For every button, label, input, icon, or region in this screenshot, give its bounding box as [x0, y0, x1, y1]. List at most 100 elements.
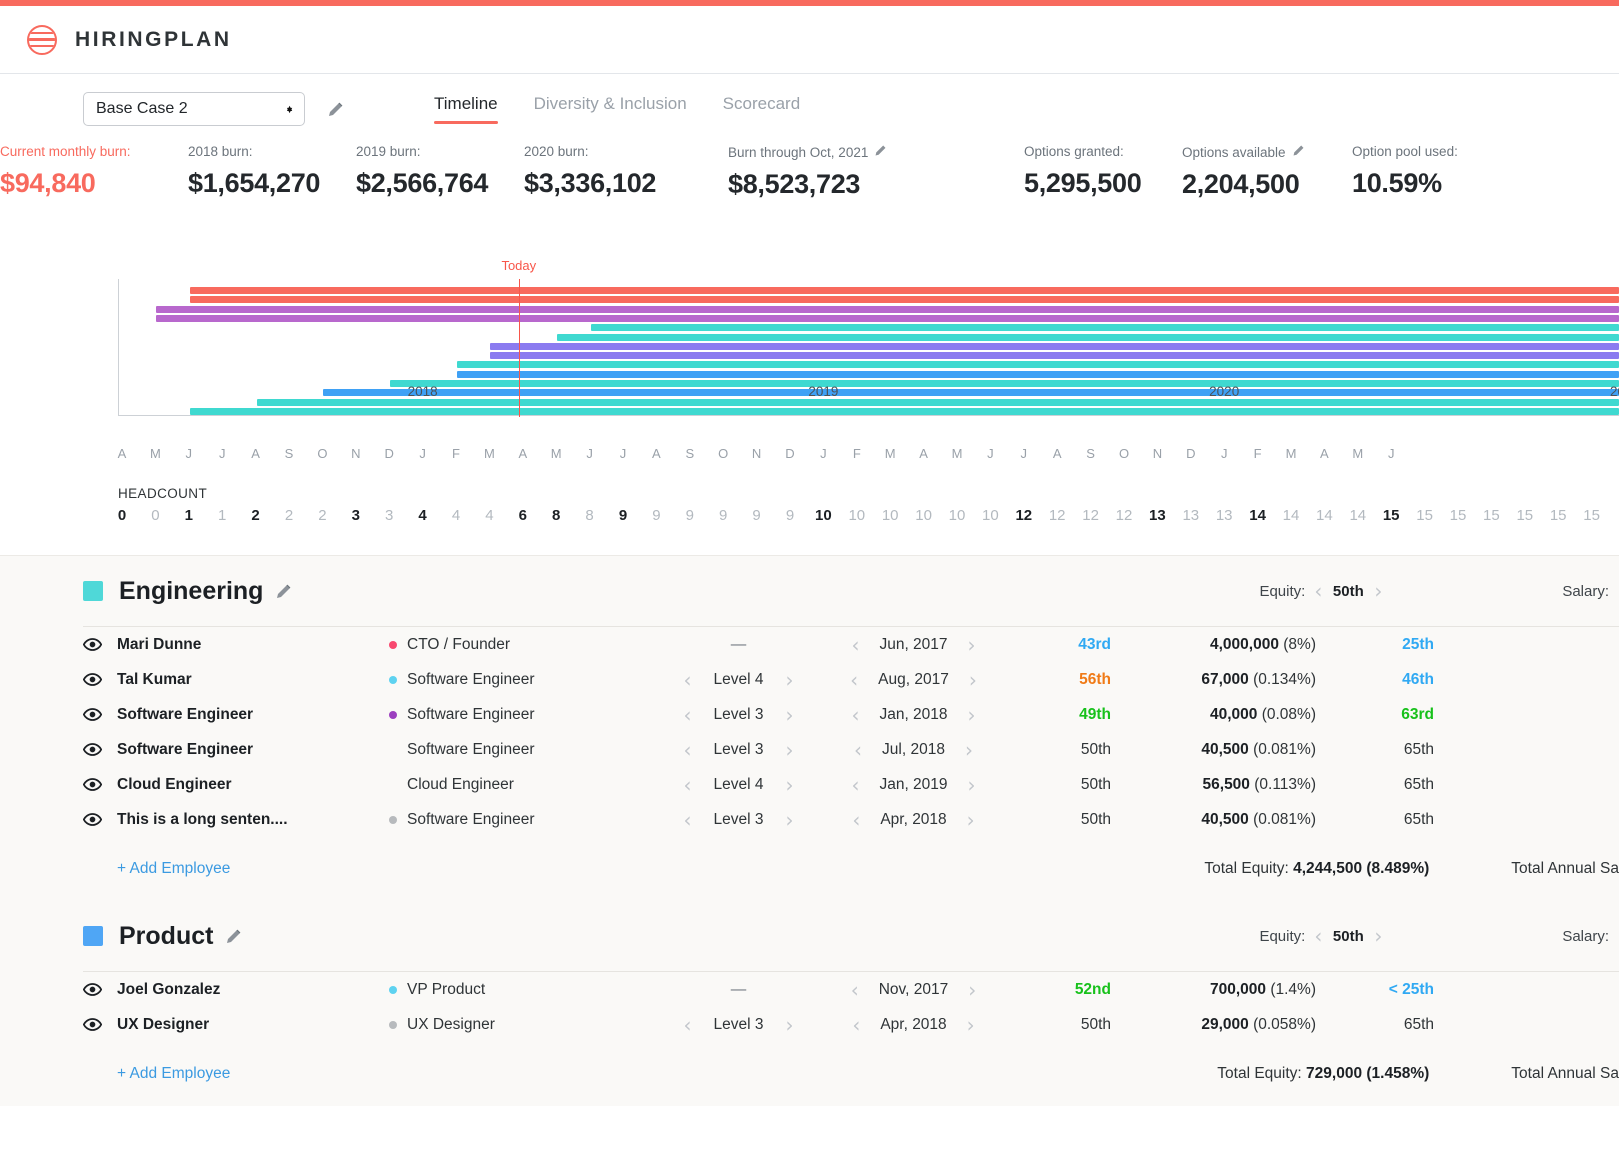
employee-row[interactable]: Mari Dunne CTO / Founder — ‹ Jun, 2017 › 43rd 4… — [83, 627, 1619, 662]
add-employee-button[interactable]: + Add Employee — [117, 1065, 230, 1083]
toggle-visibility-eye-icon[interactable] — [83, 635, 117, 654]
metric-2: 2019 burn: $2,566,764 — [356, 144, 488, 199]
employee-level-cell: ‹ Level 3 › — [651, 740, 826, 760]
date-prev-icon[interactable]: ‹ — [851, 775, 859, 795]
level-prev-icon[interactable]: ‹ — [684, 670, 692, 690]
employee-row[interactable]: Software Engineer Software Engineer ‹ Level… — [83, 697, 1619, 732]
employee-start-date: Jun, 2017 — [879, 635, 948, 653]
edit-pencil-icon[interactable] — [1292, 144, 1305, 160]
date-prev-icon[interactable]: ‹ — [851, 635, 859, 655]
month-tick-label: J — [586, 446, 593, 461]
headcount-value: 4 — [451, 507, 461, 524]
metric-label: Option pool used: — [1352, 144, 1458, 159]
employee-row[interactable]: UX Designer UX Designer ‹ Level 3 › ‹ Apr, 201… — [83, 1007, 1619, 1042]
toggle-visibility-eye-icon[interactable] — [83, 740, 117, 759]
edit-department-pencil-icon[interactable] — [225, 928, 242, 945]
department-table: Mari Dunne CTO / Founder — ‹ Jun, 2017 › 43rd 4… — [0, 626, 1619, 901]
level-next-icon[interactable]: › — [785, 775, 793, 795]
salary-percentile-label: Salary: — [1562, 582, 1609, 600]
level-next-icon[interactable]: › — [785, 740, 793, 760]
toggle-visibility-eye-icon[interactable] — [83, 810, 117, 829]
equity-percentile-label: Equity: — [1259, 582, 1306, 600]
role-color-dot-empty — [389, 746, 397, 754]
month-tick-label: J — [218, 446, 226, 461]
month-tick-label: N — [351, 446, 361, 461]
department-header: Product Equity: ‹ 50th › Salary: — [0, 901, 1619, 971]
level-prev-icon[interactable]: ‹ — [684, 1015, 692, 1035]
date-prev-icon[interactable]: ‹ — [852, 1015, 860, 1035]
equity-percentile-prev-icon[interactable]: ‹ — [1314, 926, 1322, 946]
level-next-icon[interactable]: › — [785, 810, 793, 830]
toggle-visibility-eye-icon[interactable] — [83, 705, 117, 724]
metric-label: Burn through Oct, 2021 — [728, 144, 887, 160]
level-prev-icon[interactable]: ‹ — [684, 775, 692, 795]
date-next-icon[interactable]: › — [967, 810, 975, 830]
edit-pencil-icon[interactable] — [874, 144, 887, 160]
metric-label-text: Burn through Oct, 2021 — [728, 144, 869, 160]
date-prev-icon[interactable]: ‹ — [851, 980, 859, 1000]
edit-department-pencil-icon[interactable] — [275, 583, 292, 600]
level-next-icon[interactable]: › — [785, 705, 793, 725]
salary-percentile: 63rd — [1401, 705, 1434, 723]
headcount-value: 8 — [552, 507, 561, 524]
employee-row[interactable]: This is a long senten.... Software Engine… — [83, 802, 1619, 837]
date-next-icon[interactable]: › — [967, 1015, 975, 1035]
date-next-icon[interactable]: › — [965, 740, 973, 760]
equity-percentile-control: Equity: ‹ 50th › — [1259, 926, 1382, 946]
employee-row[interactable]: Tal Kumar Software Engineer ‹ Level 4 › ‹ Aug,… — [83, 662, 1619, 697]
date-next-icon[interactable]: › — [968, 980, 976, 1000]
metric-value: 5,295,500 — [1024, 168, 1142, 198]
edit-scenario-pencil-icon[interactable] — [327, 101, 344, 118]
department-footer: + Add Employee Total Equity: 4,244,500 (8… — [83, 837, 1619, 901]
date-prev-icon[interactable]: ‹ — [850, 670, 858, 690]
headcount-value: 15 — [1382, 507, 1400, 524]
date-next-icon[interactable]: › — [968, 705, 976, 725]
metric-label-text: Current monthly burn: — [0, 144, 131, 159]
tab-scorecard[interactable]: Scorecard — [705, 94, 818, 124]
salary-percentile-label: Salary: — [1562, 927, 1609, 945]
employee-start-date-cell: ‹ Nov, 2017 › — [826, 980, 1001, 1000]
level-prev-icon[interactable]: ‹ — [684, 705, 692, 725]
employee-row[interactable]: Cloud Engineer Cloud Engineer ‹ Level 4 › ‹ Ja… — [83, 767, 1619, 802]
headcount-value: 3 — [351, 507, 360, 524]
employee-title: Software Engineer — [407, 705, 535, 723]
level-prev-icon[interactable]: ‹ — [684, 740, 692, 760]
equity-amount: 4,000,000 (8%) — [1209, 635, 1316, 653]
toggle-visibility-eye-icon[interactable] — [83, 670, 117, 689]
employee-row[interactable]: Joel Gonzalez VP Product — ‹ Nov, 2017 › 52nd 7… — [83, 972, 1619, 1007]
add-employee-button[interactable]: + Add Employee — [117, 860, 230, 878]
month-tick-label: D — [1186, 446, 1196, 461]
date-next-icon[interactable]: › — [968, 635, 976, 655]
employee-title: Software Engineer — [407, 810, 535, 828]
level-next-icon[interactable]: › — [785, 670, 793, 690]
metric-value: $2,566,764 — [356, 168, 489, 198]
employee-title-cell: Software Engineer — [389, 811, 651, 829]
employee-start-date-cell: ‹ Apr, 2018 › — [826, 810, 1001, 830]
date-prev-icon[interactable]: ‹ — [852, 810, 860, 830]
date-prev-icon[interactable]: ‹ — [851, 705, 859, 725]
date-prev-icon[interactable]: ‹ — [854, 740, 862, 760]
date-next-icon[interactable]: › — [969, 670, 977, 690]
timeline-chart: Today 2018 2019 2020 2021 — [0, 258, 1619, 443]
toggle-visibility-eye-icon[interactable] — [83, 1015, 117, 1034]
toggle-visibility-eye-icon[interactable] — [83, 775, 117, 794]
tab-timeline[interactable]: Timeline — [416, 94, 516, 124]
equity-percentile-next-icon[interactable]: › — [1374, 926, 1382, 946]
headcount-value: 4 — [418, 507, 427, 524]
employee-row[interactable]: Software Engineer Software Engineer ‹ Level… — [83, 732, 1619, 767]
date-next-icon[interactable]: › — [968, 775, 976, 795]
tab-diversity-inclusion[interactable]: Diversity & Inclusion — [516, 94, 705, 124]
metric-label-text: 2019 burn: — [356, 144, 421, 159]
scenario-select[interactable]: Base Case 2 ▲ ▼ — [83, 92, 305, 126]
month-tick-label: O — [718, 446, 729, 461]
level-prev-icon[interactable]: ‹ — [684, 810, 692, 830]
level-next-icon[interactable]: › — [785, 1015, 793, 1035]
employee-title: Cloud Engineer — [407, 775, 514, 793]
equity-percentile-prev-icon[interactable]: ‹ — [1314, 581, 1322, 601]
salary-percentile: 65th — [1403, 775, 1434, 793]
month-tick-label: S — [284, 446, 294, 461]
department-header: Engineering Equity: ‹ 50th › Salary: — [0, 556, 1619, 626]
equity-percentile-next-icon[interactable]: › — [1374, 581, 1382, 601]
month-tick-label: J — [820, 446, 827, 461]
toggle-visibility-eye-icon[interactable] — [83, 980, 117, 999]
